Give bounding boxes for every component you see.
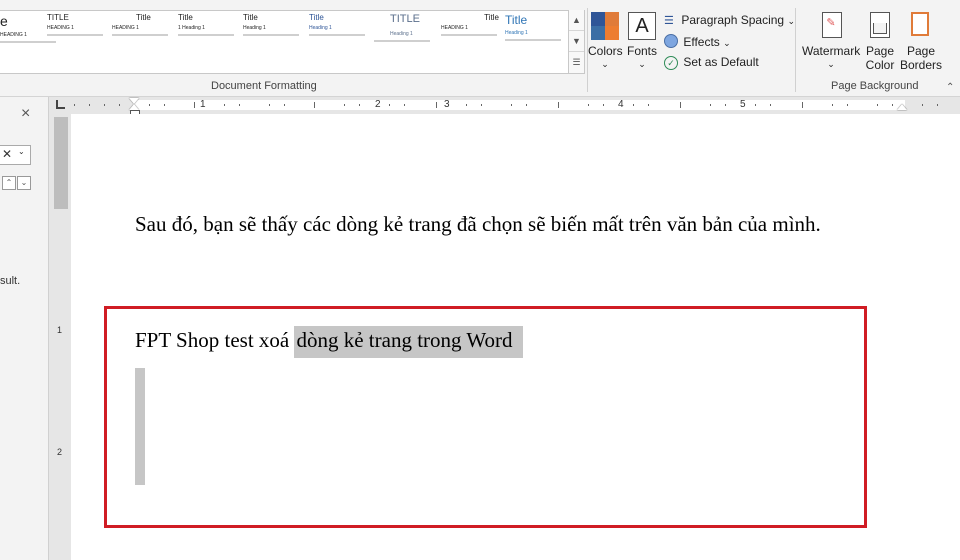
style-thumb-title: Title [243, 13, 258, 22]
right-indent-marker[interactable] [897, 104, 907, 110]
style-thumb-sub: Heading 1 [243, 25, 266, 31]
style-thumb-sub: 1 Heading 1 [178, 25, 205, 31]
plain-text: FPT Shop test xoá [135, 328, 295, 352]
style-thumb-8[interactable]: Title HEADING 1 [441, 13, 505, 69]
gallery-down-icon[interactable]: ▼ [569, 31, 584, 52]
ruler-number: 4 [618, 99, 624, 110]
style-thumb-sub: HEADING 1 [441, 25, 468, 31]
style-thumb-sub: HEADING 1 [47, 25, 74, 31]
style-thumb-4[interactable]: Title 1 Heading 1 [178, 13, 242, 69]
style-thumb-lines [178, 34, 234, 36]
paragraph-text-highlighted[interactable]: FPT Shop test xoá dòng kẻ trang trong Wo… [135, 326, 523, 358]
ruler-number: 1 [57, 325, 63, 335]
page-color-button[interactable]: Page Color [861, 12, 899, 82]
watermark-button[interactable]: ✎ Watermark ⌄ [802, 12, 860, 82]
gallery-scrollbar[interactable]: ▲ ▼ ☰ [568, 10, 584, 73]
ribbon: e HEADING 1 TITLE HEADING 1 Title HEADIN… [0, 0, 960, 97]
chevron-down-icon: ⌄ [787, 16, 795, 26]
ruler-number: 3 [444, 99, 450, 110]
set-as-default-button[interactable]: ✓ Set as Default [664, 55, 759, 70]
styles-gallery[interactable]: e HEADING 1 TITLE HEADING 1 Title HEADIN… [0, 10, 585, 74]
style-thumb-lines [374, 40, 430, 42]
fonts-icon: A [628, 12, 656, 40]
style-thumb-sub: Heading 1 [390, 31, 413, 37]
style-thumb-title: TITLE [390, 13, 420, 25]
page-borders-button[interactable]: Page Borders [899, 12, 943, 82]
chevron-down-icon: ⌄ [723, 38, 731, 48]
style-thumb-6[interactable]: Title Heading 1 [309, 13, 373, 69]
style-thumb-5[interactable]: Title Heading 1 [243, 13, 307, 69]
style-thumb-sub: HEADING 1 [112, 25, 139, 31]
vertical-ruler[interactable]: 1 2 [54, 115, 68, 560]
style-thumb-sub: Heading 1 [309, 25, 332, 31]
ruler-ticks [74, 102, 938, 108]
effects-label: Effects [683, 35, 720, 49]
style-thumb-title: TITLE [47, 13, 69, 22]
page-borders-icon [911, 12, 929, 36]
page-borders-label: Page Borders [899, 44, 943, 72]
ruler-number: 2 [57, 447, 63, 457]
next-result-icon[interactable]: ⌄ [17, 176, 31, 190]
empty-paragraph-selection[interactable] [135, 368, 145, 485]
style-thumb-3[interactable]: Title HEADING 1 [112, 13, 176, 69]
search-clear-field[interactable]: ✕ ⌄ [0, 145, 31, 165]
style-thumb-title: Title [505, 13, 528, 27]
style-thumb-2[interactable]: TITLE HEADING 1 [47, 13, 111, 69]
previous-result-icon[interactable]: ⌃ [2, 176, 16, 190]
gallery-up-icon[interactable]: ▲ [569, 10, 584, 31]
gallery-more-icon[interactable]: ☰ [569, 52, 584, 72]
paragraph-text[interactable]: Sau đó, bạn sẽ thấy các dòng kẻ trang đã… [135, 212, 821, 237]
chevron-down-icon: ⌄ [601, 59, 609, 69]
colors-button[interactable]: Colors ⌄ [588, 12, 623, 82]
chevron-down-icon: ⌄ [827, 59, 835, 69]
selected-text: dòng kẻ trang trong Word [294, 326, 523, 358]
fonts-button[interactable]: A Fonts ⌄ [625, 12, 659, 82]
collapse-ribbon-icon[interactable]: ⌃ [946, 82, 954, 93]
fonts-label: Fonts [626, 44, 657, 58]
ruler-number: 5 [740, 99, 746, 110]
style-thumb-lines [441, 34, 497, 36]
document-formatting-label: Document Formatting [211, 80, 317, 92]
style-thumb-lines [243, 34, 299, 36]
style-thumb-9[interactable]: Title Heading 1 [505, 13, 569, 69]
paragraph-spacing-button[interactable]: ☰ Paragraph Spacing ⌄ [664, 13, 795, 27]
page-background-label: Page Background [831, 80, 919, 92]
divider [795, 8, 796, 92]
style-thumb-lines [112, 34, 168, 36]
colors-icon [591, 12, 619, 40]
effects-button[interactable]: Effects ⌄ [664, 34, 731, 49]
style-thumb-title: Title [136, 13, 151, 22]
effects-icon [664, 34, 678, 48]
paragraph-spacing-icon: ☰ [664, 15, 674, 27]
ruler-top-margin [54, 117, 68, 209]
style-thumb-lines [47, 34, 103, 36]
style-thumb-sub: Heading 1 [505, 30, 528, 36]
watermark-icon: ✎ [822, 12, 842, 38]
style-thumb-lines [505, 39, 561, 41]
check-circle-icon: ✓ [664, 56, 678, 70]
style-thumb-lines [309, 34, 365, 36]
chevron-down-icon: ⌄ [18, 147, 25, 156]
navigation-pane: × ✕ ⌄ ⌃ ⌄ sult. [0, 97, 49, 560]
style-thumb-title: Title [484, 13, 499, 22]
chevron-down-icon: ⌄ [638, 59, 646, 69]
style-thumb-7[interactable]: TITLE Heading 1 [374, 13, 444, 69]
set-as-default-label: Set as Default [683, 55, 759, 69]
watermark-label: Watermark [802, 44, 861, 58]
paragraph-spacing-label: Paragraph Spacing [681, 13, 785, 27]
ruler-number: 1 [200, 99, 206, 110]
pane-result-text: sult. [0, 275, 21, 287]
colors-label: Colors [588, 44, 623, 58]
style-thumb-title: Title [178, 13, 193, 22]
page-color-label: Page Color [865, 44, 895, 72]
style-thumb-title: Title [309, 13, 324, 22]
clear-icon[interactable]: ✕ [2, 147, 12, 161]
paint-bucket-icon [870, 12, 890, 38]
close-icon[interactable]: × [21, 105, 30, 123]
ruler-number-2: 2 [375, 99, 381, 110]
